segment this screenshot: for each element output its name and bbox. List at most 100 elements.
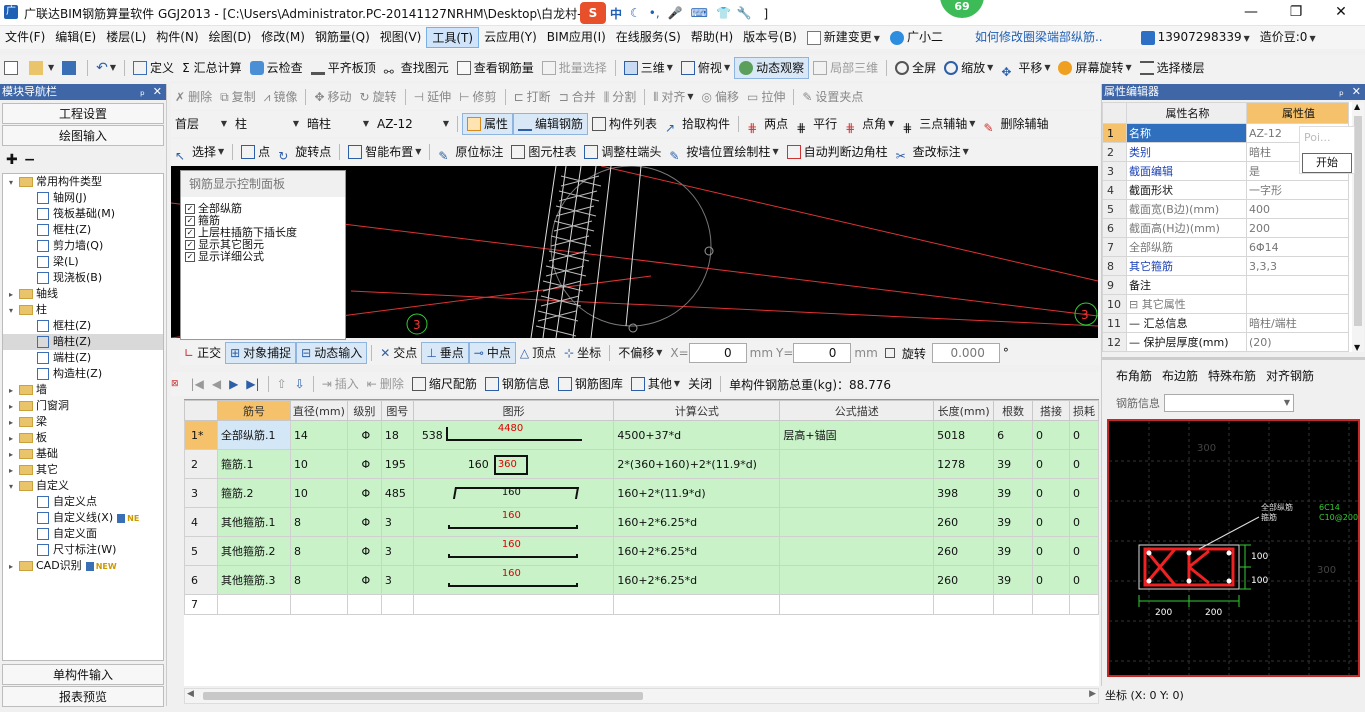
table-cell-name[interactable]: 箍筋.1 — [216, 449, 291, 479]
column-header[interactable]: 公式描述 — [779, 400, 935, 421]
table-cell-count[interactable]: 39 — [993, 507, 1034, 537]
tree-item[interactable]: ▸ 墙 — [3, 382, 163, 398]
tree-item[interactable]: ▸ CAD识别 NEW — [3, 558, 163, 574]
collapse-all-icon[interactable]: − — [24, 152, 36, 168]
table-cell-shape[interactable]: 160 — [412, 478, 615, 508]
table-cell-dia[interactable]: 14 — [289, 420, 348, 450]
table-cell-no[interactable]: 6 — [184, 565, 218, 595]
property-row[interactable]: 10 ⊟ 其它属性 — [1102, 294, 1349, 314]
column-header[interactable]: 图号 — [380, 400, 414, 421]
table-cell-lap[interactable] — [1032, 594, 1070, 615]
delete-button[interactable]: ✗ 删除 — [171, 86, 216, 108]
tree-item[interactable]: 剪力墙(Q) — [3, 238, 163, 254]
next-record-button[interactable]: ▶ — [225, 373, 242, 395]
intersection-snap[interactable]: ✕ 交点 — [376, 342, 421, 364]
move-down-button[interactable]: ⇩ — [291, 373, 309, 395]
table-cell-count[interactable]: 39 — [993, 565, 1034, 595]
table-cell-grade[interactable]: Φ — [346, 420, 382, 450]
menu-online[interactable]: 在线服务(S) — [611, 27, 686, 48]
table-cell-fig[interactable]: 3 — [380, 507, 414, 537]
fullscreen-button[interactable]: 全屏 — [891, 57, 940, 79]
column-header[interactable]: 图形 — [412, 400, 615, 421]
table-row[interactable]: 2 箍筋.1 10 Φ 195 160 360 2*(360+160)+2*(11.9*d) 1… — [184, 449, 1099, 479]
check-detailed-formula[interactable]: ✓ 显示详细公式 — [181, 251, 345, 263]
scale-reinforce-button[interactable]: 缩尺配筋 — [408, 373, 481, 395]
table-cell-grade[interactable]: Φ — [346, 478, 382, 508]
expand-icon[interactable]: ▸ — [9, 463, 19, 479]
tree-item[interactable]: 轴网(J) — [3, 190, 163, 206]
table-cell-fig[interactable]: 18 — [380, 420, 414, 450]
delete-row-button[interactable]: ⇤ 删除 — [363, 373, 408, 395]
floor-select[interactable]: 首层 ▼ — [171, 113, 231, 135]
smart-layout-button[interactable]: 智能布置 ▼ — [344, 141, 425, 163]
expand-icon[interactable]: ▸ — [9, 559, 19, 575]
table-cell-lap[interactable]: 0 — [1032, 420, 1070, 450]
table-cell-name[interactable]: 箍筋.2 — [216, 478, 291, 508]
drawing-input-button[interactable]: 绘图输入 — [2, 125, 164, 146]
property-value[interactable]: (20) — [1246, 332, 1349, 352]
menu-component[interactable]: 构件(N) — [151, 27, 203, 48]
select-floor-button[interactable]: 选择楼层 — [1136, 57, 1209, 79]
tree-item[interactable]: 自定义线(X) NE — [3, 510, 163, 526]
last-record-button[interactable]: ▶| — [242, 373, 263, 395]
table-cell-count[interactable]: 39 — [993, 449, 1034, 479]
tree-item[interactable]: ▸ 板 — [3, 430, 163, 446]
property-row[interactable]: 11— 汇总信息 暗柱/端柱 — [1102, 313, 1349, 333]
ime-toolbar[interactable]: S 中 ☾ •, 🎤 ⌨ 👕 🔧 — [580, 2, 754, 24]
table-cell-grade[interactable]: Φ — [346, 565, 382, 595]
table-cell-grade[interactable] — [346, 594, 382, 615]
move-button[interactable]: ✥ 移动 — [310, 86, 355, 108]
table-row[interactable]: 5 其他箍筋.2 8 Φ 3 160 160+2*6.25*d 260 39 0 0 — [184, 536, 1099, 566]
table-cell-loss[interactable]: 0 — [1068, 565, 1099, 595]
delete-aux-axis-button[interactable]: ✎ 删除辅轴 — [979, 113, 1052, 135]
adjust-column-end-button[interactable]: 调整柱端头 — [580, 141, 665, 163]
table-cell-len[interactable]: 5018 — [933, 420, 995, 450]
pin-icon[interactable]: ₚ — [1339, 84, 1344, 100]
mic-icon[interactable]: 🎤 — [668, 6, 683, 20]
scroll-up-icon[interactable]: ▲ — [1354, 102, 1360, 111]
align-button[interactable]: ⫴ 对齐 ▼ — [649, 86, 697, 108]
menu-file[interactable]: 文件(F) — [0, 27, 50, 48]
x-input[interactable]: 0 — [688, 343, 747, 363]
column-header[interactable]: 直径(mm) — [289, 400, 348, 421]
type-select[interactable]: 柱 ▼ — [231, 113, 303, 135]
property-row[interactable]: 7 全部纵筋 6Φ14 — [1102, 237, 1349, 257]
tree-item[interactable]: ▸ 其它 — [3, 462, 163, 478]
3d-button[interactable]: 三维 ▼ — [620, 57, 677, 79]
table-cell-desc[interactable] — [779, 449, 935, 479]
tree-item[interactable]: 自定义点 — [3, 494, 163, 510]
expand-icon[interactable]: ▸ — [9, 415, 19, 431]
menu-new-change[interactable]: 新建变更 ▼ — [802, 27, 885, 48]
pan-button[interactable]: ✥ 平移 ▼ — [997, 57, 1054, 79]
dynamic-orbit-button[interactable]: 动态观察 — [734, 57, 810, 79]
table-cell-no[interactable]: 7 — [184, 594, 218, 615]
table-cell-dia[interactable]: 10 — [289, 478, 348, 508]
scroll-down-icon[interactable]: ▼ — [1354, 343, 1360, 352]
property-value[interactable]: 400 — [1246, 199, 1349, 219]
close-button-grid[interactable]: 关闭 — [684, 373, 716, 395]
perpendicular-snap[interactable]: ⊥ 垂点 — [421, 342, 469, 364]
table-cell-lap[interactable]: 0 — [1032, 478, 1070, 508]
trim-button[interactable]: ⊢ 修剪 — [455, 86, 500, 108]
table-cell-grade[interactable]: Φ — [346, 507, 382, 537]
table-row[interactable]: 3 箍筋.2 10 Φ 485 160 160+2*(11.9*d) 398 39 0 0 — [184, 478, 1099, 508]
tree-item[interactable]: ▾ 自定义 — [3, 478, 163, 494]
edit-rebar-button[interactable]: 编辑钢筋 — [513, 113, 589, 135]
table-cell-shape[interactable]: 160 — [412, 536, 615, 566]
define-button[interactable]: 定义 — [129, 57, 178, 79]
menu-floor[interactable]: 楼层(L) — [101, 27, 151, 48]
component-name-select[interactable]: AZ-12 ▼ — [373, 113, 453, 135]
two-points-button[interactable]: ⋕ 两点 — [743, 113, 792, 135]
table-cell-loss[interactable]: 0 — [1068, 536, 1099, 566]
menu-bim[interactable]: BIM应用(I) — [542, 27, 611, 48]
summary-calc-button[interactable]: Σ 汇总计算 — [178, 57, 246, 79]
menu-assistant[interactable]: 广小二 — [885, 27, 948, 48]
save-button[interactable] — [58, 57, 83, 79]
table-cell-count[interactable]: 6 — [993, 420, 1034, 450]
table-cell-loss[interactable]: 0 — [1068, 449, 1099, 479]
corner-rebar-tab[interactable]: 布角筋 — [1116, 367, 1152, 384]
property-value[interactable] — [1246, 294, 1349, 314]
table-cell-dia[interactable]: 8 — [289, 536, 348, 566]
table-cell-lap[interactable]: 0 — [1032, 565, 1070, 595]
column-header[interactable]: 计算公式 — [613, 400, 781, 421]
